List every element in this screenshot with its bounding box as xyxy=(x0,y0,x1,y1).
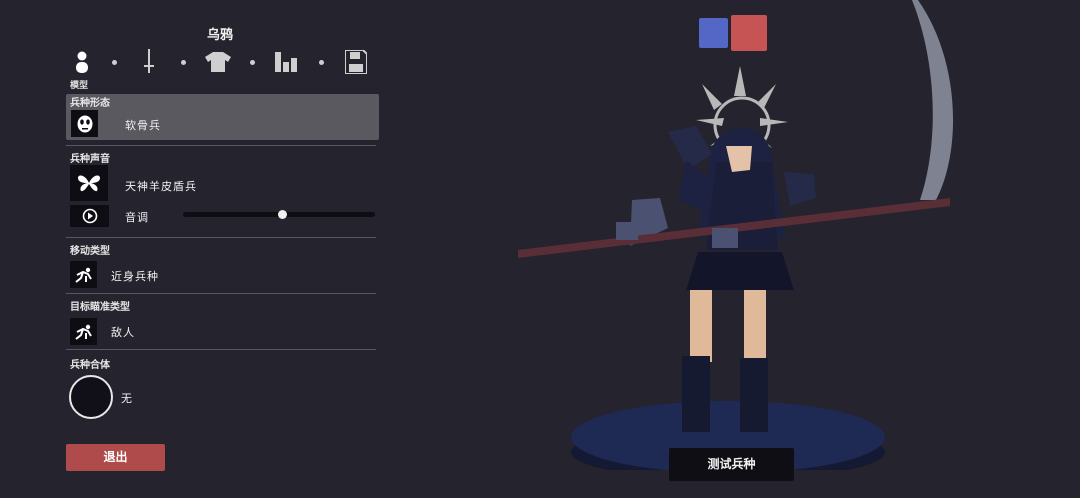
unit-voice-label: 兵种声音 xyxy=(70,154,110,165)
unit-form-row[interactable] xyxy=(66,94,379,140)
section-divider xyxy=(66,293,376,294)
unit-merge-label: 兵种合体 xyxy=(70,360,110,371)
section-divider xyxy=(66,145,376,146)
unit-name-title: 乌鸦 xyxy=(206,28,233,43)
unit-merge-slot[interactable] xyxy=(69,375,113,419)
test-unit-button[interactable]: 测试兵种 xyxy=(669,448,794,481)
target-type-value: 敌人 xyxy=(111,326,135,339)
shirt-icon[interactable] xyxy=(204,48,232,76)
unit-merge-value: 无 xyxy=(121,392,133,405)
editor-tab-bar xyxy=(68,48,373,80)
tab-separator-dot xyxy=(181,60,186,65)
person-icon[interactable] xyxy=(68,48,96,76)
stats-icon[interactable] xyxy=(273,48,301,76)
sword-icon[interactable] xyxy=(135,48,163,76)
exit-button[interactable]: 退出 xyxy=(66,444,165,471)
target-type-label: 目标瞄准类型 xyxy=(70,302,130,313)
play-icon[interactable] xyxy=(70,205,109,227)
tab-separator-dot xyxy=(250,60,255,65)
movement-type-label: 移动类型 xyxy=(70,246,110,257)
running-figure-icon[interactable] xyxy=(70,261,97,288)
tab-model-label: 模型 xyxy=(70,81,89,91)
butterfly-icon[interactable] xyxy=(70,165,108,201)
pitch-slider-knob[interactable] xyxy=(278,210,288,219)
unit-form-label: 兵种形态 xyxy=(70,98,110,109)
section-divider xyxy=(66,349,376,350)
pitch-label: 音调 xyxy=(125,211,149,224)
mask-icon xyxy=(71,110,98,137)
target-figure-icon[interactable] xyxy=(70,318,97,345)
unit-form-value: 软骨兵 xyxy=(125,119,161,132)
section-divider xyxy=(66,237,376,238)
tab-separator-dot xyxy=(112,60,117,65)
tab-separator-dot xyxy=(319,60,324,65)
movement-type-value: 近身兵种 xyxy=(111,270,159,283)
unit-preview-viewport[interactable] xyxy=(500,0,970,470)
save-icon[interactable] xyxy=(342,48,370,76)
unit-voice-value: 天神羊皮盾兵 xyxy=(125,180,197,193)
